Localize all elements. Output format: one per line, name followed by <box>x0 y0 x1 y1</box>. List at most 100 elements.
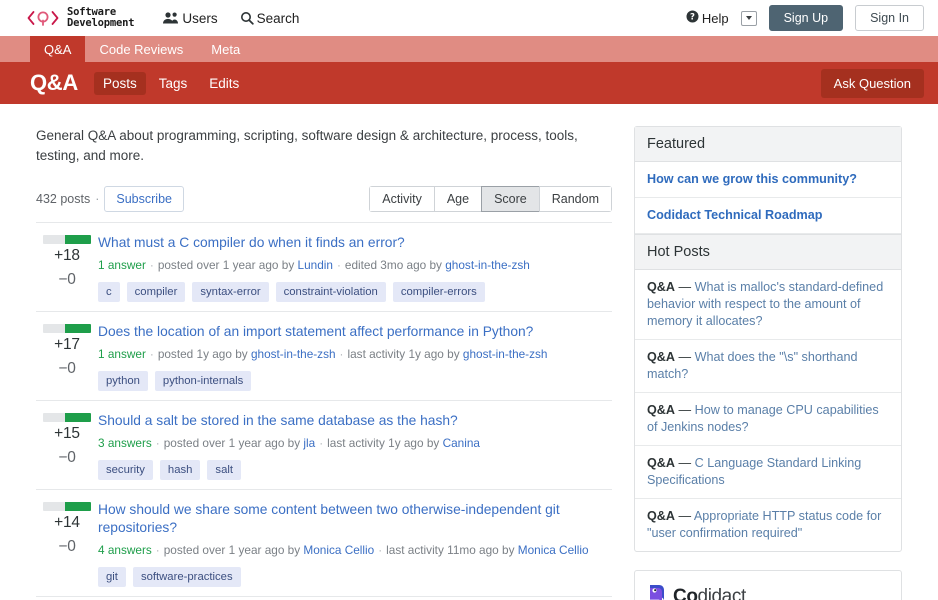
post-title-link[interactable]: How should we share some content between… <box>98 501 612 537</box>
help-circle-icon: ? <box>686 10 699 26</box>
category-bar: Q&A Posts Tags Edits Ask Question <box>0 62 938 104</box>
hot-post-dash: — <box>679 280 692 294</box>
header-actions: ? Help Sign Up Sign In <box>686 5 924 31</box>
site-logo[interactable]: Software Development <box>26 7 134 30</box>
tag-pill[interactable]: git <box>98 567 126 587</box>
subscribe-button[interactable]: Subscribe <box>104 186 184 212</box>
vote-score-up: +17 <box>36 336 98 354</box>
posted-by-user[interactable]: ghost-in-the-zsh <box>251 347 336 361</box>
meta-dot: · <box>150 347 154 361</box>
featured-link[interactable]: Codidact Technical Roadmap <box>647 208 822 222</box>
sort-button-group: Activity Age Score Random <box>369 186 612 212</box>
vote-score-down: −0 <box>36 271 98 289</box>
sort-age-button[interactable]: Age <box>434 186 481 212</box>
codidact-word-bold: Co <box>673 586 698 600</box>
featured-item[interactable]: Codidact Technical Roadmap <box>635 198 901 234</box>
codidact-book-icon <box>647 583 667 600</box>
sort-random-button[interactable]: Random <box>539 186 612 212</box>
tab-qa[interactable]: Q&A <box>30 36 85 62</box>
hot-post-category: Q&A <box>647 456 675 470</box>
post-meta: 3 answers·posted over 1 year ago by jla·… <box>98 436 612 451</box>
hot-post-dash: — <box>679 403 692 417</box>
hot-post-item[interactable]: Q&A — How to manage CPU capabilities of … <box>635 393 901 446</box>
activity-text: last activity 11mo ago by <box>386 543 514 557</box>
post-list-item: +15 −0 Should a salt be stored in the sa… <box>36 400 612 489</box>
post-title-link[interactable]: Should a salt be stored in the same data… <box>98 412 458 430</box>
hot-post-dash: — <box>679 456 692 470</box>
tag-pill[interactable]: compiler-errors <box>393 282 485 302</box>
catnav-tags[interactable]: Tags <box>150 72 197 95</box>
activity-by-user[interactable]: ghost-in-the-zsh <box>463 347 548 361</box>
vote-column: +18 −0 <box>36 233 98 302</box>
posted-by-user[interactable]: Lundin <box>298 258 333 272</box>
tag-pill[interactable]: python-internals <box>155 371 251 391</box>
sort-score-button[interactable]: Score <box>481 186 539 212</box>
main-column: General Q&A about programming, scripting… <box>36 126 612 600</box>
svg-text:?: ? <box>690 13 695 23</box>
tag-pill[interactable]: salt <box>207 460 241 480</box>
codidact-chevron-logo-icon <box>26 9 60 27</box>
sort-activity-button[interactable]: Activity <box>369 186 434 212</box>
posted-by-user[interactable]: jla <box>303 436 315 450</box>
tab-code-reviews[interactable]: Code Reviews <box>85 36 197 62</box>
help-link[interactable]: ? Help <box>686 10 729 26</box>
featured-header: Featured <box>635 127 901 162</box>
top-header: Software Development Users <box>0 0 938 36</box>
posted-text: posted over 1 year ago by <box>158 258 294 272</box>
meta-dot: · <box>156 543 160 557</box>
chevron-down-icon <box>746 16 752 20</box>
posted-text: posted 1y ago by <box>158 347 248 361</box>
post-title-link[interactable]: Does the location of an import statement… <box>98 323 533 341</box>
tag-list: security hash salt <box>98 460 612 480</box>
activity-text: last activity 1y ago by <box>347 347 459 361</box>
tag-pill[interactable]: c <box>98 282 120 302</box>
vote-bar <box>43 502 91 511</box>
activity-text: last activity 1y ago by <box>327 436 439 450</box>
activity-by-user[interactable]: ghost-in-the-zsh <box>445 258 530 272</box>
vote-score-up: +15 <box>36 425 98 443</box>
tag-pill[interactable]: syntax-error <box>192 282 268 302</box>
activity-by-user[interactable]: Monica Cellio <box>518 543 589 557</box>
nav-users-label: Users <box>182 11 217 26</box>
hot-post-item[interactable]: Q&A — What does the "\s" shorthand match… <box>635 340 901 393</box>
tag-pill[interactable]: compiler <box>127 282 186 302</box>
sign-in-button[interactable]: Sign In <box>855 5 924 31</box>
vote-column: +17 −0 <box>36 322 98 391</box>
vote-bar <box>43 324 91 333</box>
post-body: What must a C compiler do when it finds … <box>98 233 612 302</box>
header-dropdown-toggle[interactable] <box>741 11 757 26</box>
meta-dot: · <box>337 258 341 272</box>
post-title-link[interactable]: What must a C compiler do when it finds … <box>98 234 405 252</box>
tag-pill[interactable]: software-practices <box>133 567 241 587</box>
posted-text: posted over 1 year ago by <box>164 543 300 557</box>
hot-post-item[interactable]: Q&A — Appropriate HTTP status code for "… <box>635 499 901 551</box>
nav-users[interactable]: Users <box>162 11 217 26</box>
tab-meta[interactable]: Meta <box>197 36 254 62</box>
tag-pill[interactable]: python <box>98 371 148 391</box>
featured-item[interactable]: How can we grow this community? <box>635 162 901 198</box>
meta-dot: · <box>378 543 382 557</box>
posted-by-user[interactable]: Monica Cellio <box>303 543 374 557</box>
ask-question-button[interactable]: Ask Question <box>821 69 924 98</box>
post-meta: 1 answer·posted over 1 year ago by Lundi… <box>98 258 612 273</box>
hot-post-dash: — <box>679 350 692 364</box>
hot-post-item[interactable]: Q&A — C Language Standard Linking Specif… <box>635 446 901 499</box>
brand-line-1: Software <box>67 6 116 18</box>
catnav-edits[interactable]: Edits <box>200 72 248 95</box>
catnav-posts[interactable]: Posts <box>94 72 146 95</box>
featured-link[interactable]: How can we grow this community? <box>647 172 857 186</box>
meta-dot: · <box>340 347 344 361</box>
featured-and-hot-card: Featured How can we grow this community?… <box>634 126 902 552</box>
activity-by-user[interactable]: Canina <box>443 436 480 450</box>
hot-post-item[interactable]: Q&A — What is malloc's standard-defined … <box>635 270 901 340</box>
tag-pill[interactable]: hash <box>160 460 201 480</box>
tag-pill[interactable]: security <box>98 460 153 480</box>
tag-pill[interactable]: constraint-violation <box>276 282 386 302</box>
sign-up-button[interactable]: Sign Up <box>769 5 843 31</box>
tag-list: python python-internals <box>98 371 612 391</box>
nav-search[interactable]: Search <box>240 11 300 26</box>
post-list-item: +14 −0 What is the purpose of `if __name… <box>36 596 612 600</box>
vote-score-down: −0 <box>36 538 98 556</box>
top-navigation: Users Search <box>162 11 299 26</box>
hot-post-category: Q&A <box>647 403 675 417</box>
